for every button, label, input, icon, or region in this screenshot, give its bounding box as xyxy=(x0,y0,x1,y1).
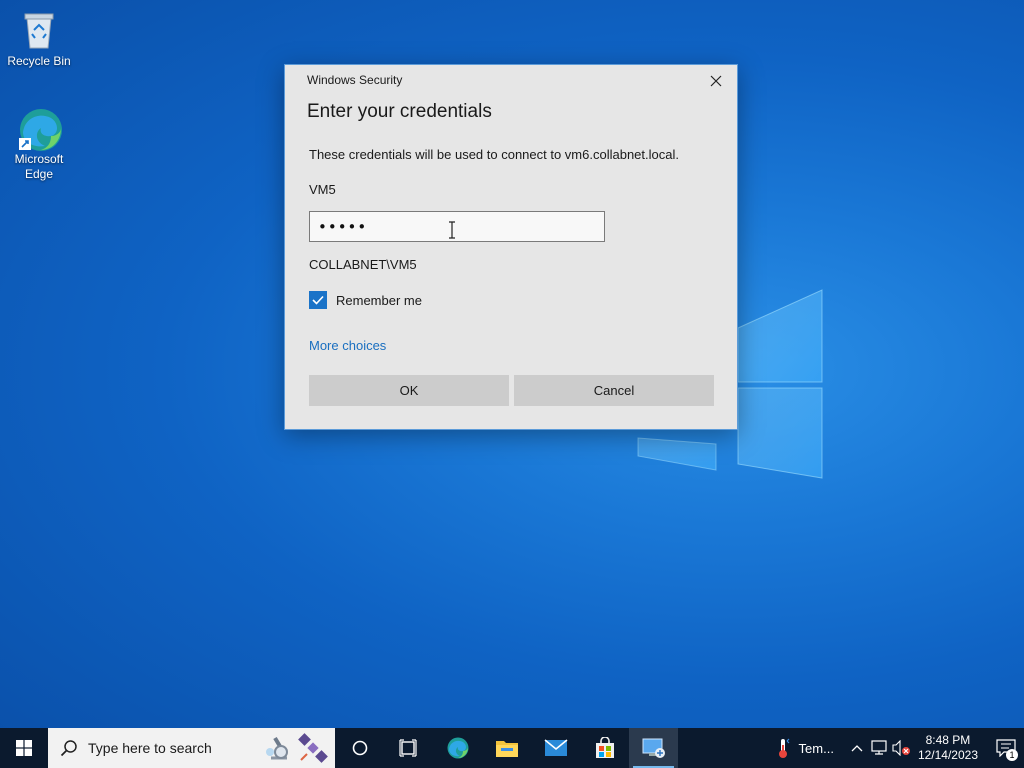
task-view-button[interactable] xyxy=(384,728,433,768)
desktop-icon-microsoft-edge[interactable]: Microsoft Edge xyxy=(3,106,75,182)
taskbar-search-box[interactable]: Type here to search xyxy=(48,728,335,768)
network-button[interactable] xyxy=(868,728,890,768)
username-label: VM5 xyxy=(309,182,336,197)
taskbar: Type here to search Tem... 8:48 PM 12/14… xyxy=(0,728,1024,768)
microscope-icon xyxy=(266,736,288,760)
windows-start-icon xyxy=(16,740,32,756)
show-hidden-icons-button[interactable] xyxy=(846,728,868,768)
close-icon xyxy=(710,75,722,87)
store-icon xyxy=(595,737,614,758)
weather-widget[interactable]: Tem... xyxy=(775,737,834,759)
password-field[interactable] xyxy=(309,211,605,242)
remember-me-checkbox[interactable] xyxy=(309,291,327,309)
satellite-icon xyxy=(298,733,328,763)
clock-time: 8:48 PM xyxy=(925,733,971,747)
cortana-circle-icon xyxy=(352,740,367,756)
dialog-title: Windows Security xyxy=(307,73,403,87)
task-view-icon xyxy=(398,739,417,757)
clock-date: 12/14/2023 xyxy=(917,748,978,762)
close-button[interactable] xyxy=(705,71,727,91)
recycle-bin-icon xyxy=(17,8,61,52)
taskbar-mail-button[interactable] xyxy=(531,728,580,768)
more-choices-link[interactable]: More choices xyxy=(309,338,386,353)
text-cursor-icon xyxy=(449,221,455,239)
notification-center-button[interactable]: 1 xyxy=(988,728,1024,768)
dialog-heading: Enter your credentials xyxy=(307,101,492,122)
clock[interactable]: 8:48 PM 12/14/2023 xyxy=(918,733,978,763)
cancel-button[interactable]: Cancel xyxy=(514,375,714,406)
search-icon xyxy=(60,740,77,757)
windows-security-dialog: Windows Security Enter your credentials … xyxy=(284,64,738,430)
folder-icon xyxy=(495,741,518,757)
volume-muted-icon xyxy=(892,740,910,756)
mail-icon xyxy=(543,739,568,756)
remember-me-label: Remember me xyxy=(336,292,422,308)
domain-user-label: COLLABNET\VM5 xyxy=(309,257,417,272)
taskbar-remote-desktop-button[interactable] xyxy=(629,728,678,768)
desktop-icon-label: Microsoft Edge xyxy=(14,152,64,181)
remote-desktop-icon xyxy=(642,738,665,758)
volume-button[interactable] xyxy=(890,728,912,768)
ok-button[interactable]: OK xyxy=(309,375,509,406)
edge-icon xyxy=(447,737,468,759)
taskbar-edge-button[interactable] xyxy=(433,728,482,768)
network-icon xyxy=(871,740,887,755)
dialog-description: These credentials will be used to connec… xyxy=(309,147,679,162)
start-button[interactable] xyxy=(0,728,48,768)
notification-count-badge: 1 xyxy=(1006,749,1018,761)
chevron-up-icon xyxy=(851,745,863,752)
cortana-button[interactable] xyxy=(335,728,384,768)
taskbar-file-explorer-button[interactable] xyxy=(482,728,531,768)
search-highlight-widget[interactable] xyxy=(261,732,335,764)
weather-label: Tem... xyxy=(798,740,834,756)
remember-me-row[interactable]: Remember me xyxy=(309,291,422,309)
thermometer-icon xyxy=(778,738,789,758)
checkmark-icon xyxy=(312,295,324,305)
desktop-icon-label: Recycle Bin xyxy=(7,54,71,68)
taskbar-store-button[interactable] xyxy=(580,728,629,768)
edge-icon xyxy=(17,106,62,151)
search-placeholder: Type here to search xyxy=(88,740,212,756)
desktop-icon-recycle-bin[interactable]: Recycle Bin xyxy=(3,8,75,69)
system-tray: Tem... 8:48 PM 12/14/2023 1 xyxy=(775,728,1024,768)
